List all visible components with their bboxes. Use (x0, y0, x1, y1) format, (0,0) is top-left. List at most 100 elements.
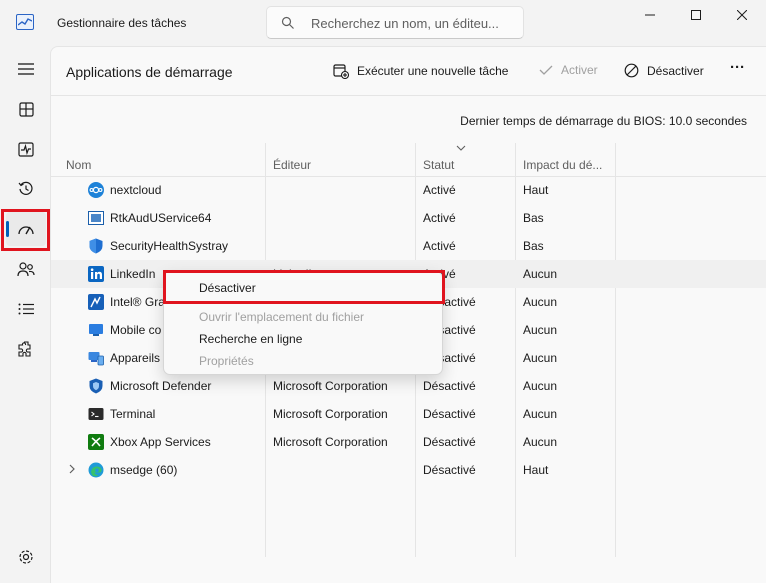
row-name: Terminal (110, 407, 156, 421)
maximize-icon (691, 10, 701, 20)
disable-button[interactable]: Désactiver (624, 63, 704, 78)
phone-link-icon (89, 324, 103, 336)
expand-chevron-icon[interactable] (68, 463, 76, 475)
more-options-icon: ··· (730, 59, 745, 76)
column-header-status[interactable]: Statut (423, 158, 454, 172)
run-new-task-button[interactable]: Exécuter une nouvelle tâche (333, 63, 508, 79)
column-header-impact[interactable]: Impact du dé... (523, 158, 602, 172)
row-name: SecurityHealthSystray (110, 239, 229, 253)
title-bar: Gestionnaire des tâches (0, 0, 766, 46)
table-row[interactable]: Terminal Microsoft Corporation Désactivé… (51, 400, 766, 428)
context-menu-search-online[interactable]: Recherche en ligne (199, 332, 302, 346)
row-status: Activé (423, 211, 456, 225)
table-row[interactable]: Microsoft Defender Microsoft Corporation… (51, 372, 766, 400)
sidebar (0, 46, 50, 583)
table-row[interactable]: RtkAudUService64 Activé Bas (51, 204, 766, 232)
settings-icon (19, 550, 33, 564)
maximize-button[interactable] (673, 0, 719, 30)
search-input[interactable] (311, 13, 516, 33)
nav-app-history[interactable] (6, 172, 46, 206)
row-impact: Haut (523, 183, 549, 197)
row-impact: Aucun (523, 323, 558, 337)
xbox-icon (88, 434, 104, 450)
minimize-icon (645, 14, 655, 16)
row-name: Microsoft Defender (110, 379, 212, 393)
linkedin-icon (88, 266, 104, 282)
minimize-button[interactable] (627, 0, 673, 30)
row-impact: Bas (523, 239, 544, 253)
app-title: Gestionnaire des tâches (57, 16, 187, 30)
row-status: Désactivé (423, 407, 476, 421)
row-name: Intel® Gra (110, 295, 165, 309)
enable-button[interactable]: Activer (539, 63, 598, 77)
row-name: Xbox App Services (110, 435, 211, 449)
row-name: LinkedIn (110, 267, 156, 281)
row-name: nextcloud (110, 183, 162, 197)
row-name: Appareils (110, 351, 161, 365)
row-status: Désactivé (423, 379, 476, 393)
services-icon (18, 341, 31, 357)
close-button[interactable] (719, 0, 765, 30)
table-row[interactable]: nextcloud Activé Haut (51, 176, 766, 204)
row-publisher: Microsoft Corporation (273, 407, 388, 421)
row-impact: Haut (523, 463, 549, 477)
context-menu-disable-highlight-box (163, 270, 445, 304)
enable-label: Activer (561, 63, 598, 77)
context-menu-properties[interactable]: Propriétés (199, 354, 254, 368)
nav-performance[interactable] (6, 132, 46, 166)
row-name: msedge (60) (110, 463, 178, 477)
disable-label: Désactiver (647, 63, 704, 78)
row-impact: Aucun (523, 267, 558, 281)
search-icon (281, 16, 294, 29)
row-status: Désactivé (423, 435, 476, 449)
toolbar-separator (51, 95, 766, 96)
table-header: Nom Éditeur Statut Impact du dé... (51, 147, 766, 177)
bios-boot-time: Dernier temps de démarrage du BIOS: 10.0… (460, 114, 747, 128)
shield-icon (89, 238, 103, 254)
row-impact: Bas (523, 211, 544, 225)
row-name: RtkAudUService64 (110, 211, 212, 225)
nav-users[interactable] (6, 252, 46, 286)
row-status: Désactivé (423, 463, 476, 477)
users-icon (17, 262, 35, 277)
nav-services[interactable] (6, 332, 46, 366)
row-name: Mobile co (110, 323, 162, 337)
row-impact: Aucun (523, 407, 558, 421)
row-status: Activé (423, 239, 456, 253)
app-history-icon (18, 181, 33, 195)
search-box[interactable] (266, 6, 524, 39)
intel-graphics-icon (88, 294, 104, 310)
nav-settings[interactable] (6, 540, 46, 574)
checkmark-icon (539, 65, 553, 75)
hamburger-icon (18, 63, 34, 75)
table-row[interactable]: SecurityHealthSystray Activé Bas (51, 232, 766, 260)
run-new-task-label: Exécuter une nouvelle tâche (357, 64, 509, 78)
edge-icon (88, 462, 104, 478)
nav-details[interactable] (6, 292, 46, 326)
column-header-publisher[interactable]: Éditeur (273, 158, 311, 172)
run-task-icon (333, 64, 349, 79)
nav-menu-toggle[interactable] (6, 52, 46, 86)
devices-icon (88, 352, 104, 366)
row-impact: Aucun (523, 295, 558, 309)
row-publisher: Microsoft Corporation (273, 435, 388, 449)
realtek-icon (88, 211, 104, 225)
row-publisher: Microsoft Corporation (273, 379, 388, 393)
row-status: Activé (423, 183, 456, 197)
defender-icon (89, 378, 103, 394)
disable-icon (624, 63, 639, 78)
context-menu-open-file-location[interactable]: Ouvrir l'emplacement du fichier (199, 310, 364, 324)
processes-icon (18, 101, 34, 117)
table-row[interactable]: msedge (60) Désactivé Haut (51, 456, 766, 484)
terminal-icon (88, 408, 104, 420)
details-icon (18, 303, 34, 315)
performance-icon (18, 141, 34, 157)
startup-apps-highlight-box (1, 209, 50, 251)
table-row[interactable]: Xbox App Services Microsoft Corporation … (51, 428, 766, 456)
nav-processes[interactable] (6, 92, 46, 126)
task-manager-app-icon (16, 14, 34, 30)
nextcloud-icon (88, 182, 104, 198)
more-options-button[interactable]: ··· (730, 59, 745, 76)
column-header-name[interactable]: Nom (66, 158, 91, 172)
row-impact: Aucun (523, 379, 558, 393)
